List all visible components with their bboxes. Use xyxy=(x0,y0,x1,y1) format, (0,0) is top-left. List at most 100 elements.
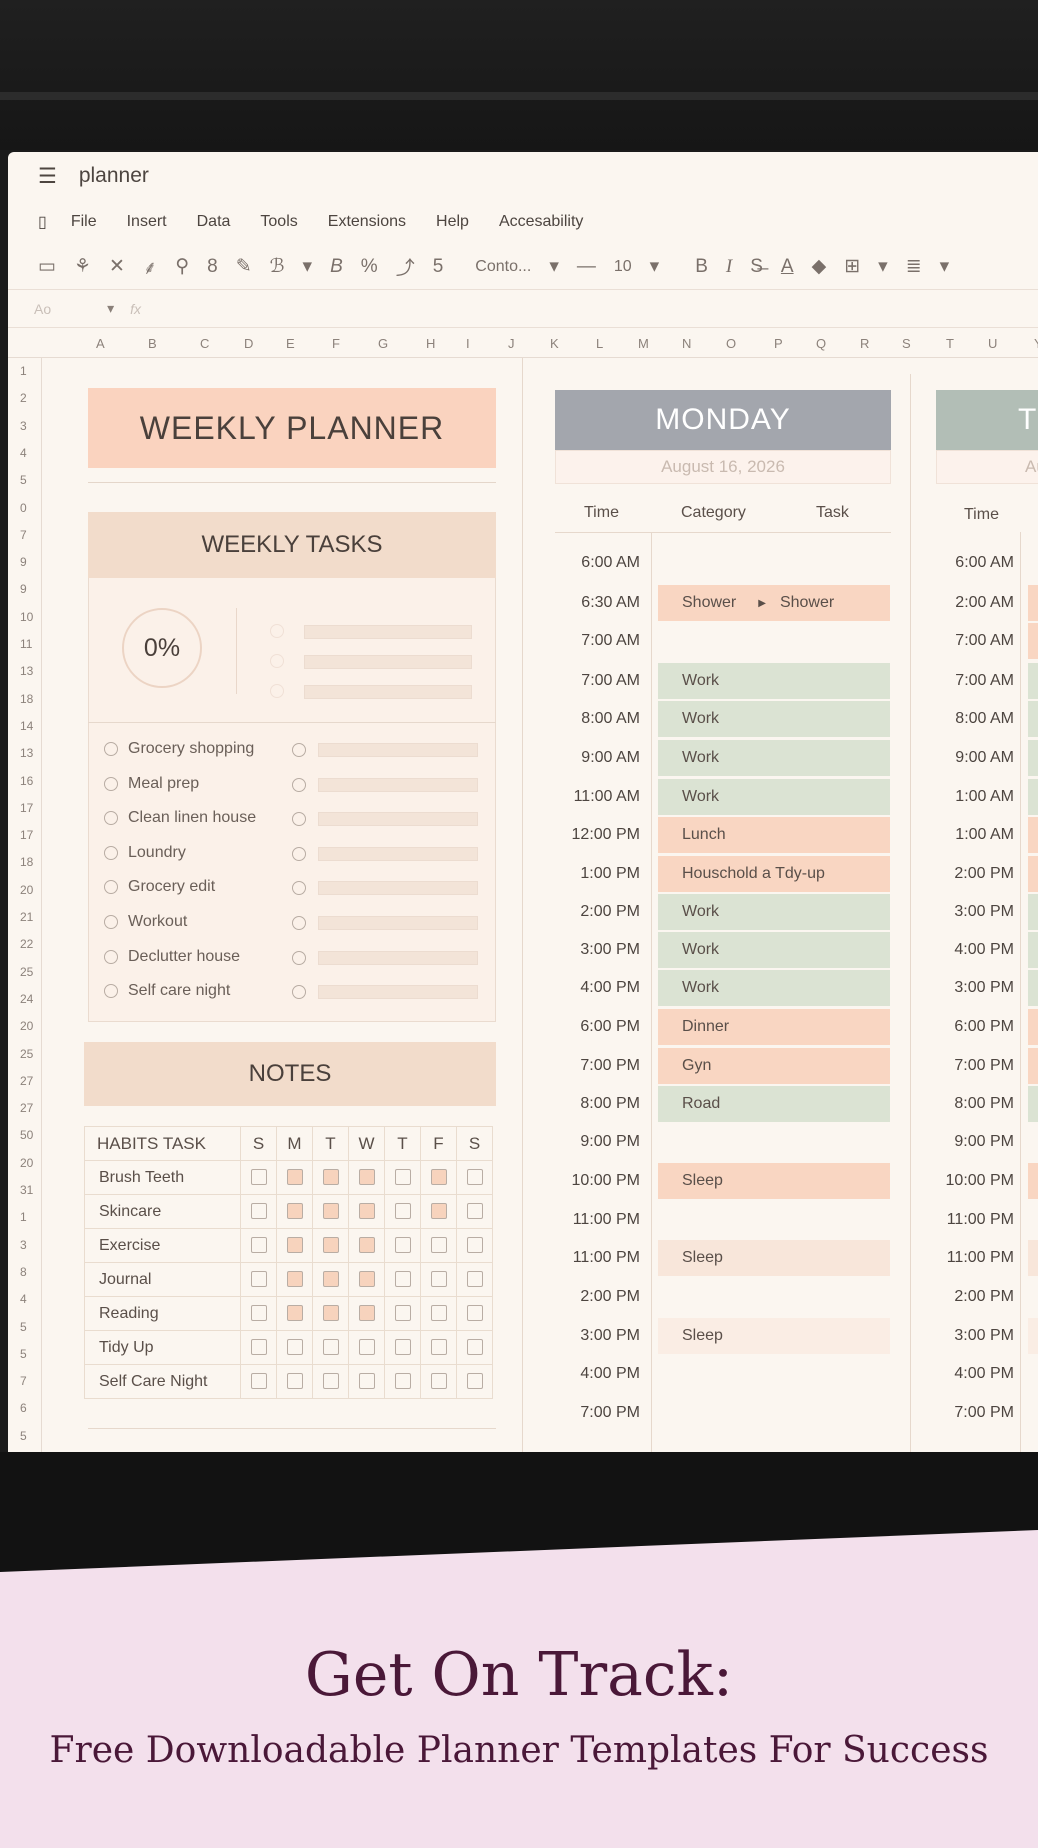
category-cell[interactable] xyxy=(1028,1240,1038,1276)
task-status-icon[interactable] xyxy=(292,743,306,757)
habit-checkbox[interactable] xyxy=(358,1271,375,1288)
column-header[interactable]: U xyxy=(988,336,997,351)
menu-file[interactable]: File xyxy=(71,213,97,231)
habit-checkbox[interactable] xyxy=(358,1373,375,1390)
column-header[interactable]: Q xyxy=(816,336,826,351)
row-header[interactable]: 21 xyxy=(20,910,33,924)
chevron-down-icon[interactable]: ▾ xyxy=(107,300,114,317)
row-header[interactable]: 17 xyxy=(20,828,33,842)
habit-checkbox[interactable] xyxy=(430,1271,447,1288)
habit-checkbox[interactable] xyxy=(466,1373,483,1390)
task-status-icon[interactable] xyxy=(292,846,306,861)
row-header[interactable]: 13 xyxy=(20,746,33,760)
task-check-icon[interactable] xyxy=(104,915,118,929)
habit-checkbox[interactable] xyxy=(322,1169,339,1186)
category-cell[interactable] xyxy=(1028,1048,1038,1084)
row-header[interactable]: 27 xyxy=(20,1101,33,1115)
menu-help[interactable]: Help xyxy=(436,213,469,231)
category-cell[interactable] xyxy=(1028,817,1038,853)
habit-checkbox[interactable] xyxy=(286,1339,303,1356)
category-cell[interactable]: Work xyxy=(658,894,890,930)
habit-checkbox[interactable] xyxy=(394,1373,411,1390)
task-check-icon[interactable] xyxy=(270,684,284,698)
habit-checkbox[interactable] xyxy=(466,1237,483,1254)
habit-checkbox[interactable] xyxy=(250,1339,267,1356)
row-header[interactable]: 3 xyxy=(20,419,27,433)
row-header[interactable]: 18 xyxy=(20,855,33,869)
search-icon[interactable]: ⚲ xyxy=(175,255,189,278)
column-header[interactable]: D xyxy=(244,336,253,351)
habit-checkbox[interactable] xyxy=(466,1169,483,1186)
habit-checkbox[interactable] xyxy=(322,1305,339,1322)
task-check-icon[interactable] xyxy=(104,949,118,964)
row-header[interactable]: 4 xyxy=(20,1292,27,1306)
row-header[interactable]: 25 xyxy=(20,1047,33,1061)
category-cell[interactable]: Work xyxy=(658,932,890,968)
task-check-icon[interactable] xyxy=(104,984,118,999)
column-header[interactable]: A xyxy=(96,336,105,351)
task-item[interactable]: Declutter house xyxy=(104,948,240,966)
decimal-icon[interactable]: ⤴ xyxy=(396,253,415,280)
row-header[interactable]: 1 xyxy=(20,364,27,378)
task-item[interactable]: Clean linen house xyxy=(104,809,256,827)
habit-checkbox[interactable] xyxy=(358,1203,375,1220)
row-header[interactable]: 50 xyxy=(20,1128,33,1142)
category-cell[interactable] xyxy=(1028,970,1038,1006)
row-header[interactable]: 18 xyxy=(20,692,33,706)
habit-checkbox[interactable] xyxy=(394,1237,411,1254)
task-item[interactable]: Grocery edit xyxy=(104,878,215,896)
row-header[interactable]: 4 xyxy=(20,446,27,460)
column-header[interactable]: T xyxy=(946,336,954,351)
habit-checkbox[interactable] xyxy=(286,1305,303,1322)
habit-checkbox[interactable] xyxy=(430,1237,447,1254)
row-header[interactable]: 20 xyxy=(20,883,33,897)
task-item[interactable]: Workout xyxy=(104,913,187,931)
row-header[interactable]: 14 xyxy=(20,719,33,733)
habit-checkbox[interactable] xyxy=(466,1339,483,1356)
row-header[interactable]: 1 xyxy=(20,1210,27,1224)
row-header[interactable]: 20 xyxy=(20,1019,33,1033)
pen-icon[interactable]: ✎ xyxy=(236,255,252,278)
save-icon[interactable]: ▭ xyxy=(38,255,56,278)
chevron-down-icon[interactable]: ▾ xyxy=(303,255,313,278)
row-header[interactable]: 13 xyxy=(20,664,33,678)
column-header[interactable]: R xyxy=(860,336,869,351)
column-header[interactable]: Y xyxy=(1034,336,1038,351)
category-cell[interactable]: Work xyxy=(658,663,890,699)
habit-checkbox[interactable] xyxy=(358,1339,375,1356)
row-header[interactable]: 0 xyxy=(20,501,27,515)
row-header[interactable]: 5 xyxy=(20,1320,27,1334)
column-header[interactable]: N xyxy=(682,336,691,351)
category-cell[interactable] xyxy=(1028,1163,1038,1199)
text-color-icon[interactable]: A xyxy=(781,256,794,278)
habit-checkbox[interactable] xyxy=(250,1237,267,1254)
row-header[interactable]: 25 xyxy=(20,965,33,979)
row-header[interactable]: 5 xyxy=(20,473,27,487)
task-check-icon[interactable] xyxy=(104,845,118,860)
habit-checkbox[interactable] xyxy=(322,1271,339,1288)
brush-icon[interactable]: ⸙ xyxy=(143,254,157,280)
menu-extensions[interactable]: Extensions xyxy=(328,213,406,231)
category-cell[interactable] xyxy=(1028,779,1038,815)
row-header[interactable]: 10 xyxy=(20,610,33,624)
percent-button[interactable]: % xyxy=(361,256,378,278)
menu-accessibility[interactable]: Accesability xyxy=(499,213,583,231)
row-header[interactable]: 8 xyxy=(20,1265,27,1279)
row-header[interactable]: 17 xyxy=(20,801,33,815)
task-check-icon[interactable] xyxy=(104,880,118,895)
close-icon[interactable]: ✕ xyxy=(109,255,125,278)
habit-checkbox[interactable] xyxy=(430,1169,447,1186)
category-cell[interactable]: Work xyxy=(658,779,890,815)
row-header[interactable]: 7 xyxy=(20,1374,27,1388)
category-cell[interactable] xyxy=(1028,663,1038,699)
habit-checkbox[interactable] xyxy=(250,1305,267,1322)
habit-checkbox[interactable] xyxy=(286,1237,303,1254)
column-header[interactable]: H xyxy=(426,336,435,351)
chevron-down-icon[interactable]: ▾ xyxy=(940,255,950,278)
category-cell[interactable] xyxy=(1028,1009,1038,1045)
menu-tools[interactable]: Tools xyxy=(260,213,297,231)
category-cell[interactable]: Road xyxy=(658,1086,890,1122)
habit-checkbox[interactable] xyxy=(250,1203,267,1220)
habit-checkbox[interactable] xyxy=(322,1373,339,1390)
category-cell[interactable]: Shower ▶ Shower xyxy=(658,585,890,621)
